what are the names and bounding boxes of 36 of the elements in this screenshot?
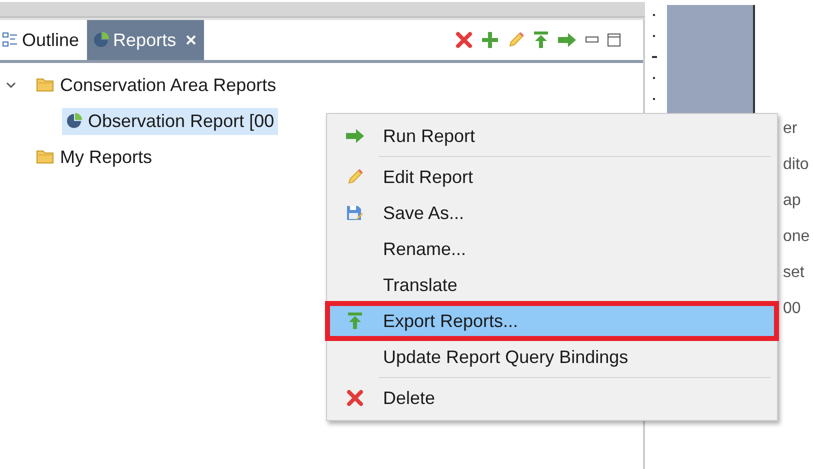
tree-item[interactable]: Conservation Area Reports	[32, 72, 280, 98]
up-arrow-icon[interactable]	[533, 31, 549, 49]
pencil-icon	[346, 168, 364, 186]
cross-icon[interactable]	[455, 31, 473, 49]
menu-item[interactable]: Update Report Query Bindings	[327, 339, 777, 375]
pie-chart-icon	[93, 32, 110, 48]
menu-item[interactable]: Translate	[327, 267, 777, 303]
right-arrow-icon[interactable]	[557, 32, 577, 48]
menu-item[interactable]: Export Reports...	[327, 303, 777, 339]
panel-tab[interactable]: Outline	[0, 20, 88, 60]
menu-item[interactable]: Run Report	[327, 118, 777, 154]
pie-chart-icon	[66, 113, 82, 129]
menu-item[interactable]: Save As...	[327, 195, 777, 231]
right-arrow-icon	[345, 128, 365, 144]
minimize-icon[interactable]	[585, 36, 599, 44]
text-fragment: dito	[782, 156, 810, 174]
menu-item[interactable]: Edit Report	[327, 159, 777, 195]
folder-icon	[36, 78, 54, 92]
text-fragment: er	[782, 120, 798, 138]
cross-icon	[346, 389, 364, 407]
close-icon[interactable]	[186, 35, 196, 45]
tree-item[interactable]: Observation Report [00	[62, 108, 278, 134]
text-fragment: one	[782, 228, 811, 246]
menu-item[interactable]: Delete	[327, 380, 777, 416]
up-arrow-icon	[347, 312, 363, 330]
tree-item[interactable]: My Reports	[32, 144, 156, 170]
maximize-icon[interactable]	[607, 33, 621, 47]
panel-tab[interactable]: Reports	[87, 20, 204, 60]
outline-icon	[2, 32, 18, 48]
plus-icon[interactable]	[481, 31, 499, 49]
text-fragment: 00	[782, 300, 802, 318]
menu-item[interactable]: Rename...	[327, 231, 777, 267]
folder-icon	[36, 150, 54, 164]
pencil-icon[interactable]	[507, 31, 525, 49]
text-fragment: ap	[782, 192, 802, 210]
text-fragment: set	[782, 264, 806, 282]
